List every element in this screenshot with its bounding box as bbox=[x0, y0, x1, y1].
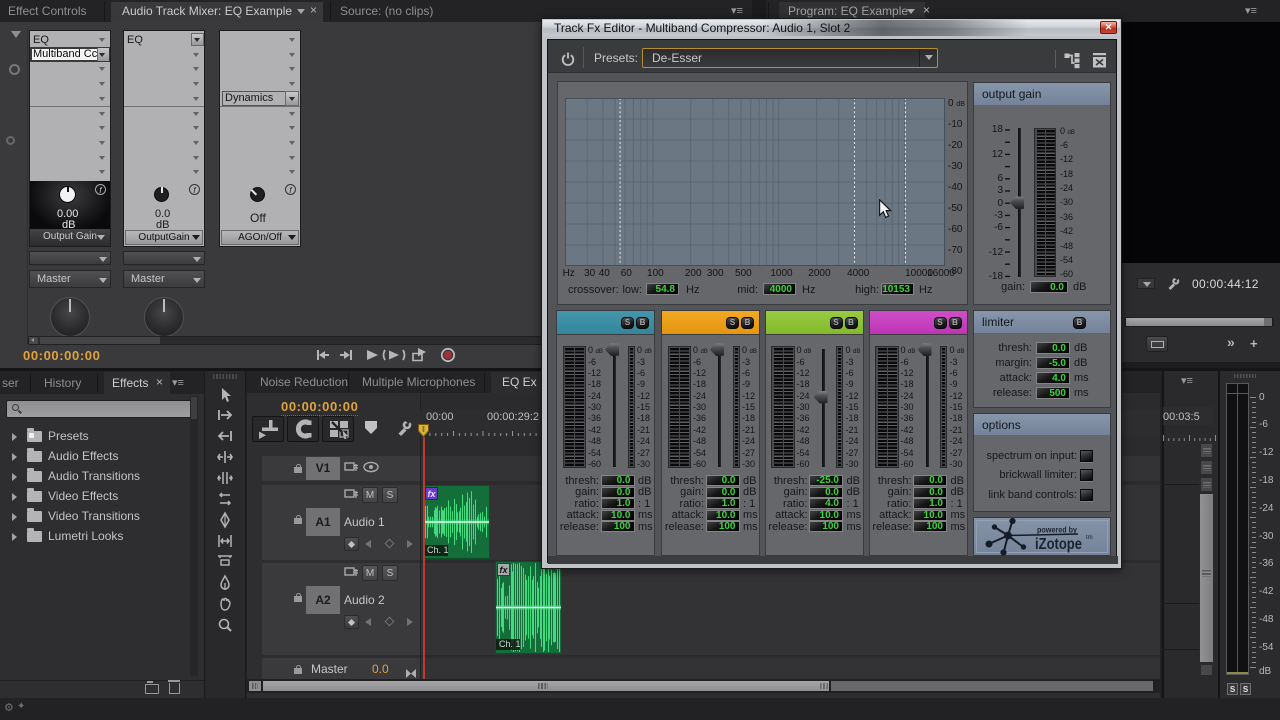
svg-text:iZotope: iZotope bbox=[1035, 536, 1082, 553]
svg-text:powered by: powered by bbox=[1037, 525, 1077, 535]
svg-text:tm: tm bbox=[1086, 535, 1093, 541]
